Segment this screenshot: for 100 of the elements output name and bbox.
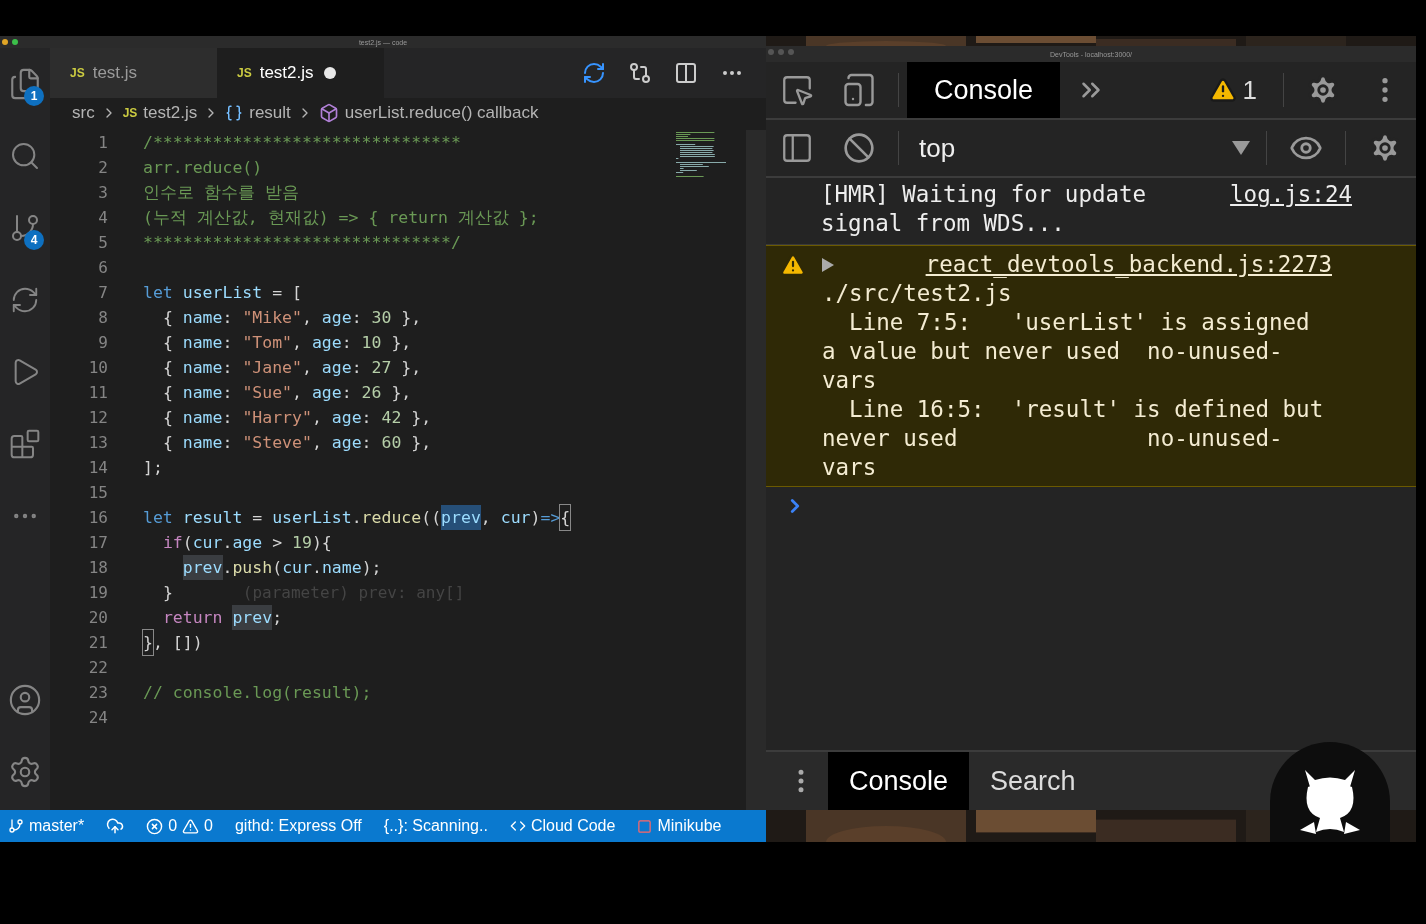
context-select[interactable]: top [919, 132, 956, 164]
drawer-tab[interactable]: Console [828, 752, 970, 810]
files-icon[interactable] [8, 67, 42, 101]
code-token: age [232, 532, 263, 554]
highlighted-code-token: prev [232, 605, 273, 630]
code-token: , [311, 432, 323, 454]
code-token: ); [361, 557, 382, 579]
breadcrumb-item[interactable]: test2.js [143, 103, 198, 123]
code-token: , []) [152, 632, 203, 654]
code-token: , [302, 357, 313, 379]
code-token: 30 [371, 307, 392, 329]
cloud-code-status[interactable]: Cloud Code [530, 817, 616, 835]
line-number: 19 [88, 582, 108, 604]
scanning-status[interactable]: {..}: Scanning.. [383, 817, 488, 835]
line-number: 24 [88, 707, 108, 729]
device-icon[interactable] [841, 72, 877, 108]
editor-tab[interactable]: JS test.js [50, 48, 217, 98]
code-token: name [182, 407, 223, 429]
code-token: { [162, 307, 174, 329]
warning-icon[interactable] [1208, 76, 1237, 104]
code-token: , [311, 407, 323, 429]
split-editor-icon[interactable] [674, 61, 698, 85]
breadcrumb-item[interactable]: userList.reduce() callback [344, 103, 539, 123]
code-token: : [351, 307, 363, 329]
code-token: ) [530, 507, 541, 529]
warning-icon[interactable] [182, 817, 200, 835]
inspect-icon[interactable] [780, 73, 814, 107]
source-link[interactable]: react_devtools_backend.js:2273 [925, 250, 1332, 279]
mascot-icon [1270, 742, 1390, 842]
code-token: age [331, 432, 362, 454]
cloud-upload-icon[interactable] [106, 817, 125, 835]
warning-count[interactable]: 0 [204, 817, 213, 835]
code-token: => [540, 507, 561, 529]
code-token: }, [401, 307, 422, 329]
code-token: userList [272, 507, 352, 529]
line-number: 10 [88, 357, 108, 379]
code-token: if [162, 532, 183, 554]
code-token: age [321, 307, 352, 329]
code-token: : [222, 432, 234, 454]
code-token: , [302, 307, 313, 329]
extensions-icon[interactable] [9, 428, 41, 460]
code-token: age [331, 407, 362, 429]
code-token: , [292, 382, 303, 404]
code-token: 27 [371, 357, 392, 379]
search-icon[interactable] [9, 140, 41, 172]
warning-count[interactable]: 1 [1242, 74, 1257, 106]
code-icon[interactable] [509, 818, 526, 834]
variable-icon [225, 104, 244, 122]
code-token: ; [272, 607, 283, 629]
breadcrumb-item[interactable]: result [249, 103, 291, 123]
branch-icon[interactable] [8, 818, 24, 834]
code-token: name [321, 557, 362, 579]
sync-icon[interactable] [10, 285, 40, 315]
code-token: : [222, 332, 234, 354]
compare-icon[interactable] [628, 61, 652, 85]
line-number: 14 [88, 457, 108, 479]
line-number: 21 [88, 632, 108, 654]
code-token: "Jane" [242, 357, 302, 379]
settings-icon[interactable] [8, 755, 42, 789]
code-token: }, [391, 382, 412, 404]
code-token: age [321, 357, 352, 379]
code-token: , [480, 507, 492, 529]
code-token: : [361, 407, 373, 429]
code-token: (누적 계산값, 현재값) => { return 계산값 }; [143, 207, 539, 229]
minikube-status[interactable]: Minikube [657, 817, 722, 835]
code-token: 42 [381, 407, 402, 429]
notification-badge: 1 [24, 86, 44, 106]
code-token: name [182, 357, 223, 379]
editor-tab[interactable]: JS test2.js [217, 48, 384, 98]
code-token: "Mike" [242, 307, 302, 329]
dropdown-caret-icon[interactable] [1232, 141, 1250, 155]
branch-icon[interactable] [9, 212, 41, 244]
account-icon[interactable] [8, 683, 42, 717]
expand-triangle-icon[interactable] [822, 257, 834, 272]
code-token: name [182, 432, 223, 454]
error-icon[interactable] [146, 817, 164, 835]
code-token: name [182, 382, 223, 404]
sync-icon[interactable] [582, 61, 606, 85]
githd-status[interactable]: githd: Express Off [234, 817, 362, 835]
code-token: { [162, 357, 174, 379]
clear-console-icon[interactable] [843, 132, 875, 164]
devtools-tab[interactable]: Console [907, 62, 1061, 118]
code-token: }, [401, 357, 422, 379]
error-count[interactable]: 0 [168, 817, 178, 835]
breadcrumb-item[interactable]: src [72, 103, 95, 123]
drawer-tab[interactable]: Search [969, 752, 1097, 810]
code-token: : [361, 432, 373, 454]
branch-status[interactable]: master* [29, 817, 85, 835]
notification-badge: 4 [24, 230, 44, 250]
code-token: arr.reduce() [143, 157, 263, 179]
code-token: } [143, 630, 153, 655]
source-link[interactable]: log.js:24 [1230, 180, 1352, 209]
sidebar-icon[interactable] [780, 131, 814, 165]
code-token: let [143, 282, 174, 304]
code-token: = [252, 507, 264, 529]
code-token: . [222, 557, 233, 579]
code-token: name [182, 332, 223, 354]
line-number: 3 [98, 182, 108, 204]
scrollbar[interactable] [746, 130, 766, 810]
line-number: 17 [88, 532, 108, 554]
